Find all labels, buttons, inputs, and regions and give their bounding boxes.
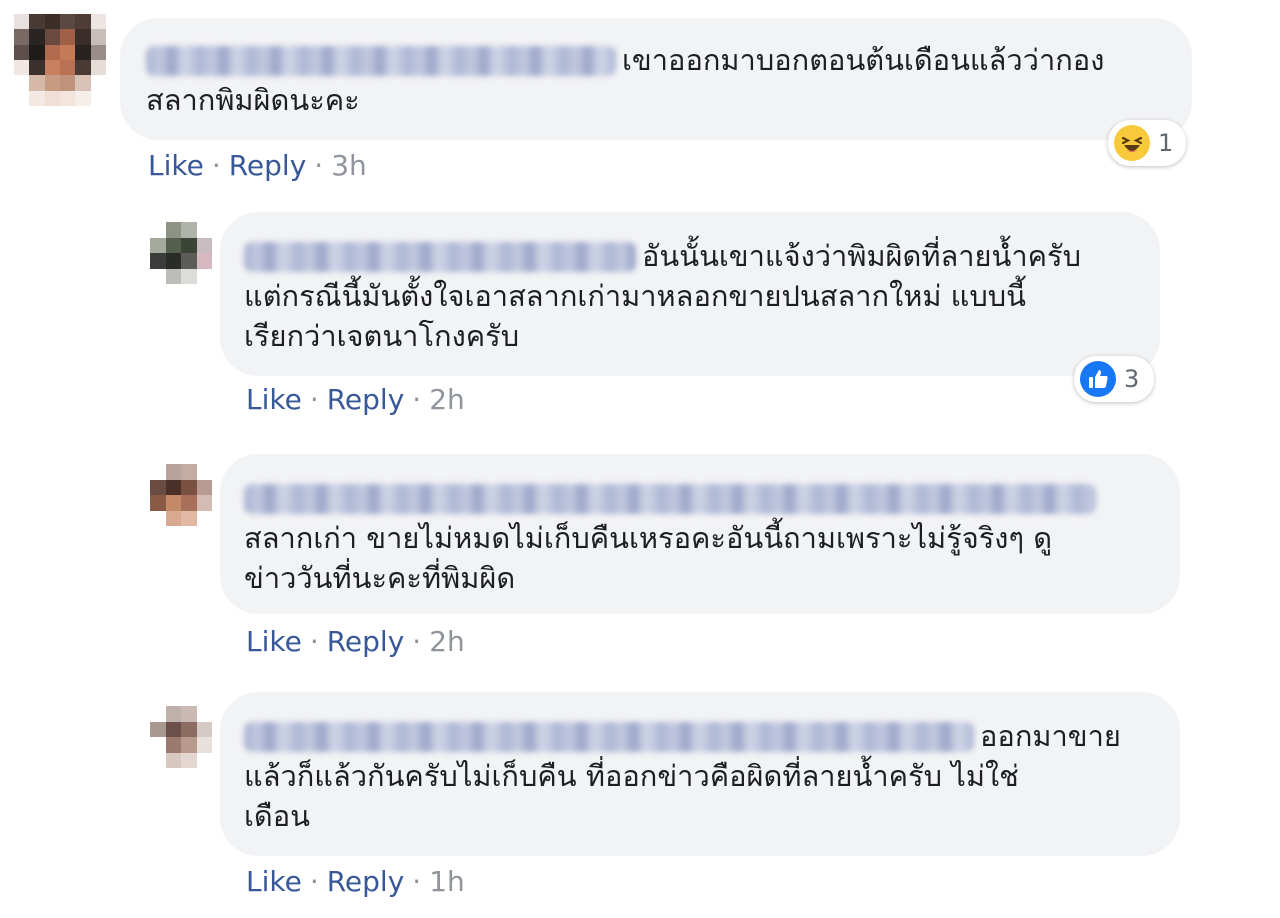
author-name-blurred[interactable]	[244, 722, 974, 752]
comment-bubble: อันนั้นเขาแจ้งว่าพิมผิดที่ลายน้ำครับ แต่…	[220, 212, 1160, 376]
comment-text-line: เดือน	[244, 799, 310, 833]
author-name-blurred[interactable]	[244, 242, 636, 272]
like-link[interactable]: Like	[246, 383, 302, 416]
reply-link[interactable]: Reply	[229, 149, 307, 182]
reaction-count[interactable]: 3	[1074, 356, 1154, 402]
like-thumb-icon	[1080, 361, 1116, 397]
timestamp[interactable]: 3h	[331, 149, 367, 182]
author-name-blurred[interactable]	[146, 46, 616, 76]
separator-dot: ·	[412, 865, 422, 898]
reply-link[interactable]: Reply	[327, 625, 405, 658]
timestamp[interactable]: 2h	[429, 383, 465, 416]
timestamp[interactable]: 1h	[429, 865, 465, 898]
comment-text-line: อันนั้นเขาแจ้งว่าพิมผิดที่ลายน้ำครับ	[642, 239, 1082, 273]
separator-dot: ·	[412, 625, 422, 658]
like-link[interactable]: Like	[246, 625, 302, 658]
comment-bubble: สลากเก่า ขายไม่หมดไม่เก็บคืนเหรอคะอันนี้…	[220, 454, 1180, 614]
reaction-count[interactable]: 1	[1108, 120, 1186, 166]
comment-actions: Like · Reply · 2h	[246, 626, 465, 658]
timestamp[interactable]: 2h	[429, 625, 465, 658]
comment-bubble: เขาออกมาบอกตอนต้นเดือนแล้วว่ากอง สลากพิม…	[120, 18, 1192, 140]
comment-text-line: แล้วก็แล้วกันครับไม่เก็บคืน ที่ออกข่าวคื…	[244, 759, 1019, 793]
reply-link[interactable]: Reply	[327, 383, 405, 416]
separator-dot: ·	[309, 865, 319, 898]
comment-text-line: ออกมาขาย	[980, 719, 1121, 753]
like-link[interactable]: Like	[148, 149, 204, 182]
reaction-count-text: 1	[1158, 129, 1174, 157]
separator-dot: ·	[309, 625, 319, 658]
avatar[interactable]	[150, 464, 212, 526]
comment-text-line: สลากเก่า ขายไม่หมดไม่เก็บคืนเหรอคะอันนี้…	[244, 521, 1053, 555]
comment-text-line: เรียกว่าเจตนาโกงครับ	[244, 319, 520, 353]
comment-actions: Like · Reply · 1h	[246, 866, 465, 898]
separator-dot: ·	[412, 383, 422, 416]
author-name-blurred[interactable]	[244, 484, 1096, 514]
avatar[interactable]	[150, 222, 212, 284]
comment-actions: Like · Reply · 2h	[246, 384, 465, 416]
avatar[interactable]	[14, 14, 106, 106]
comment-text-line: สลากพิมผิดนะคะ	[146, 83, 360, 117]
comment-text-line: ข่าววันที่นะคะที่พิมผิด	[244, 561, 516, 595]
avatar[interactable]	[150, 706, 212, 768]
separator-dot: ·	[211, 149, 221, 182]
separator-dot: ·	[309, 383, 319, 416]
separator-dot: ·	[314, 149, 324, 182]
reaction-count-text: 3	[1124, 365, 1140, 393]
comment-bubble: ออกมาขาย แล้วก็แล้วกันครับไม่เก็บคืน ที่…	[220, 692, 1180, 856]
like-link[interactable]: Like	[246, 865, 302, 898]
comment-text-line: เขาออกมาบอกตอนต้นเดือนแล้วว่ากอง	[622, 43, 1105, 77]
reply-link[interactable]: Reply	[327, 865, 405, 898]
comment-text-line: แต่กรณีนี้มันตั้งใจเอาสลากเก่ามาหลอกขายป…	[244, 279, 1027, 313]
comment-actions: Like · Reply · 3h	[148, 150, 367, 182]
haha-icon	[1114, 125, 1150, 161]
